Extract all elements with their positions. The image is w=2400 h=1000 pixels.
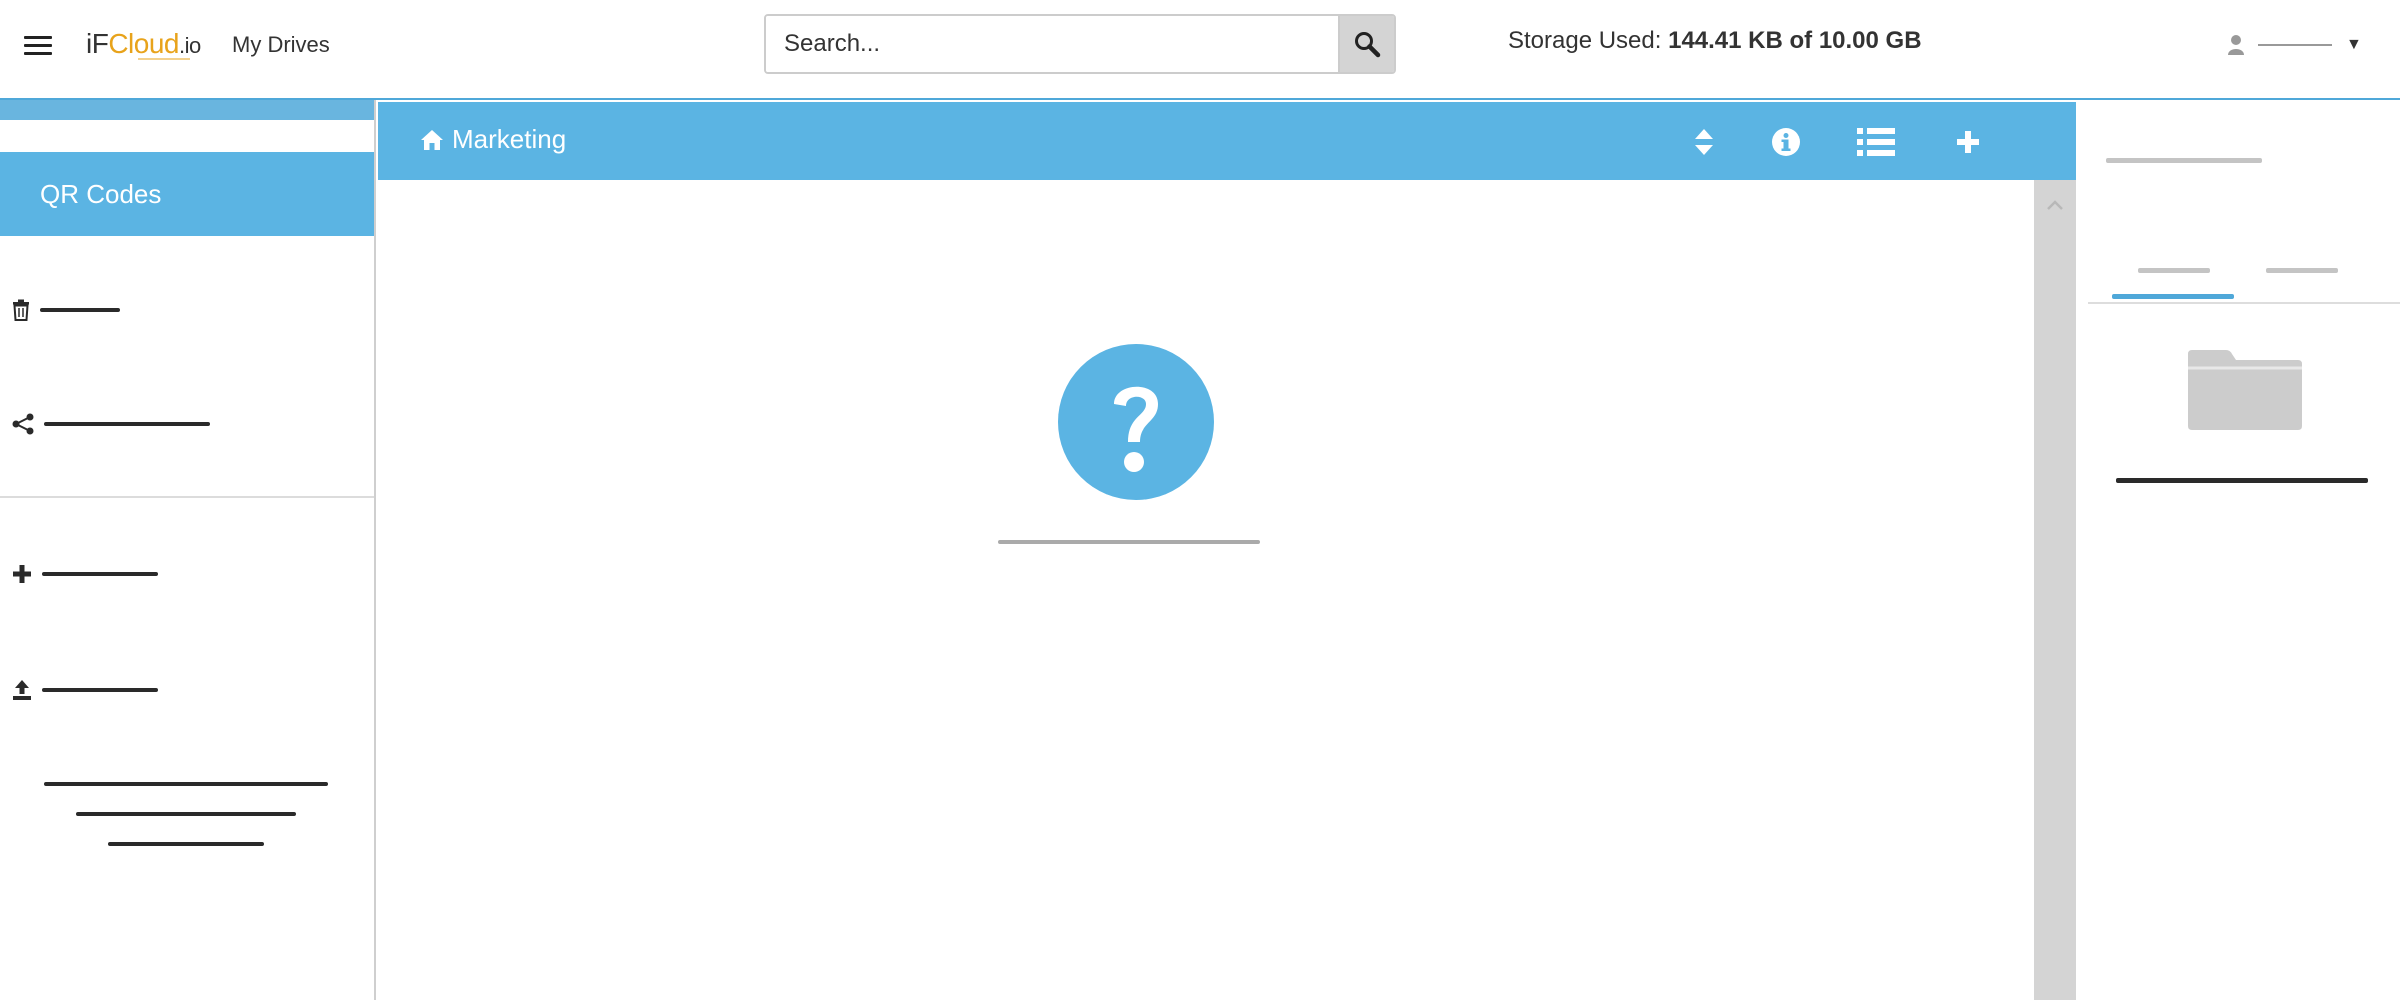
scroll-up-icon[interactable] [2034,190,2076,220]
sidebar-item-qr-codes[interactable]: QR Codes [0,152,374,236]
folder-name [2116,478,2368,483]
add-button[interactable] [1948,122,1988,162]
sidebar-footer-text [76,812,296,816]
sort-button[interactable] [1684,122,1724,162]
storage-label: Storage Used: [1508,27,1662,54]
my-drives-link[interactable]: My Drives [232,32,330,58]
breadcrumb[interactable]: Marketing [420,124,566,155]
info-icon [1772,128,1800,156]
scrollbar[interactable] [2034,180,2076,1000]
sidebar-item-trash[interactable] [12,295,120,325]
question-icon [1058,344,1214,500]
breadcrumb-current[interactable]: Marketing [452,124,566,155]
logo-text-3: .io [179,33,201,58]
plus-icon [1957,131,1979,153]
sidebar-item-label [44,422,210,426]
search-icon [1355,32,1381,58]
top-bar: iFCloud.io My Drives Storage Used: 144.4… [0,0,2400,100]
sidebar-item-new[interactable] [12,559,158,589]
details-panel [2076,102,2400,1000]
sidebar-divider [0,496,374,498]
storage-value: 144.41 KB of 10.00 GB [1668,27,1922,54]
tabs-divider [2088,302,2400,304]
active-tab-indicator [2112,294,2234,299]
user-icon [2228,35,2244,55]
sidebar-item-label [42,688,158,692]
chevron-down-icon[interactable]: ▼ [2346,36,2362,54]
tab-activity[interactable] [2266,268,2338,273]
folder-header: Marketing [378,102,2076,180]
logo-tagline [138,58,190,60]
plus-icon [13,565,31,583]
search-input[interactable] [766,16,1338,72]
sidebar-item-label: QR Codes [40,178,162,209]
logo-text-1: iF [86,28,109,59]
storage-used: Storage Used: 144.41 KB of 10.00 GB [1508,28,1928,54]
sidebar-item-label [40,308,120,312]
info-button[interactable] [1766,122,1806,162]
search-bar [764,14,1396,74]
sidebar-item-shared[interactable] [12,409,210,439]
sidebar-item-upload[interactable] [12,675,158,705]
sort-icon [1695,129,1713,155]
username-placeholder [2258,44,2332,46]
tab-details[interactable] [2138,268,2210,273]
folder-icon [2186,348,2304,430]
sidebar-footer-text [44,782,328,786]
user-menu[interactable]: ▼ [2228,30,2378,60]
hamburger-menu-icon[interactable] [24,36,52,60]
logo[interactable]: iF Cloud .io [86,28,201,68]
sidebar-top-strip [0,100,374,120]
sidebar-footer-text [108,842,264,846]
logo-text-2: Cloud [108,28,179,59]
sidebar: QR Codes [0,100,376,1000]
home-icon[interactable] [420,129,444,151]
upload-icon [13,680,31,700]
list-icon [1857,128,1895,156]
search-button[interactable] [1338,16,1394,72]
share-icon [12,413,34,435]
sidebar-item-label [42,572,158,576]
details-title [2106,158,2262,163]
empty-state-text [998,540,1260,544]
file-list-area [378,180,2034,1000]
list-view-button[interactable] [1856,122,1896,162]
trash-icon [13,299,29,321]
